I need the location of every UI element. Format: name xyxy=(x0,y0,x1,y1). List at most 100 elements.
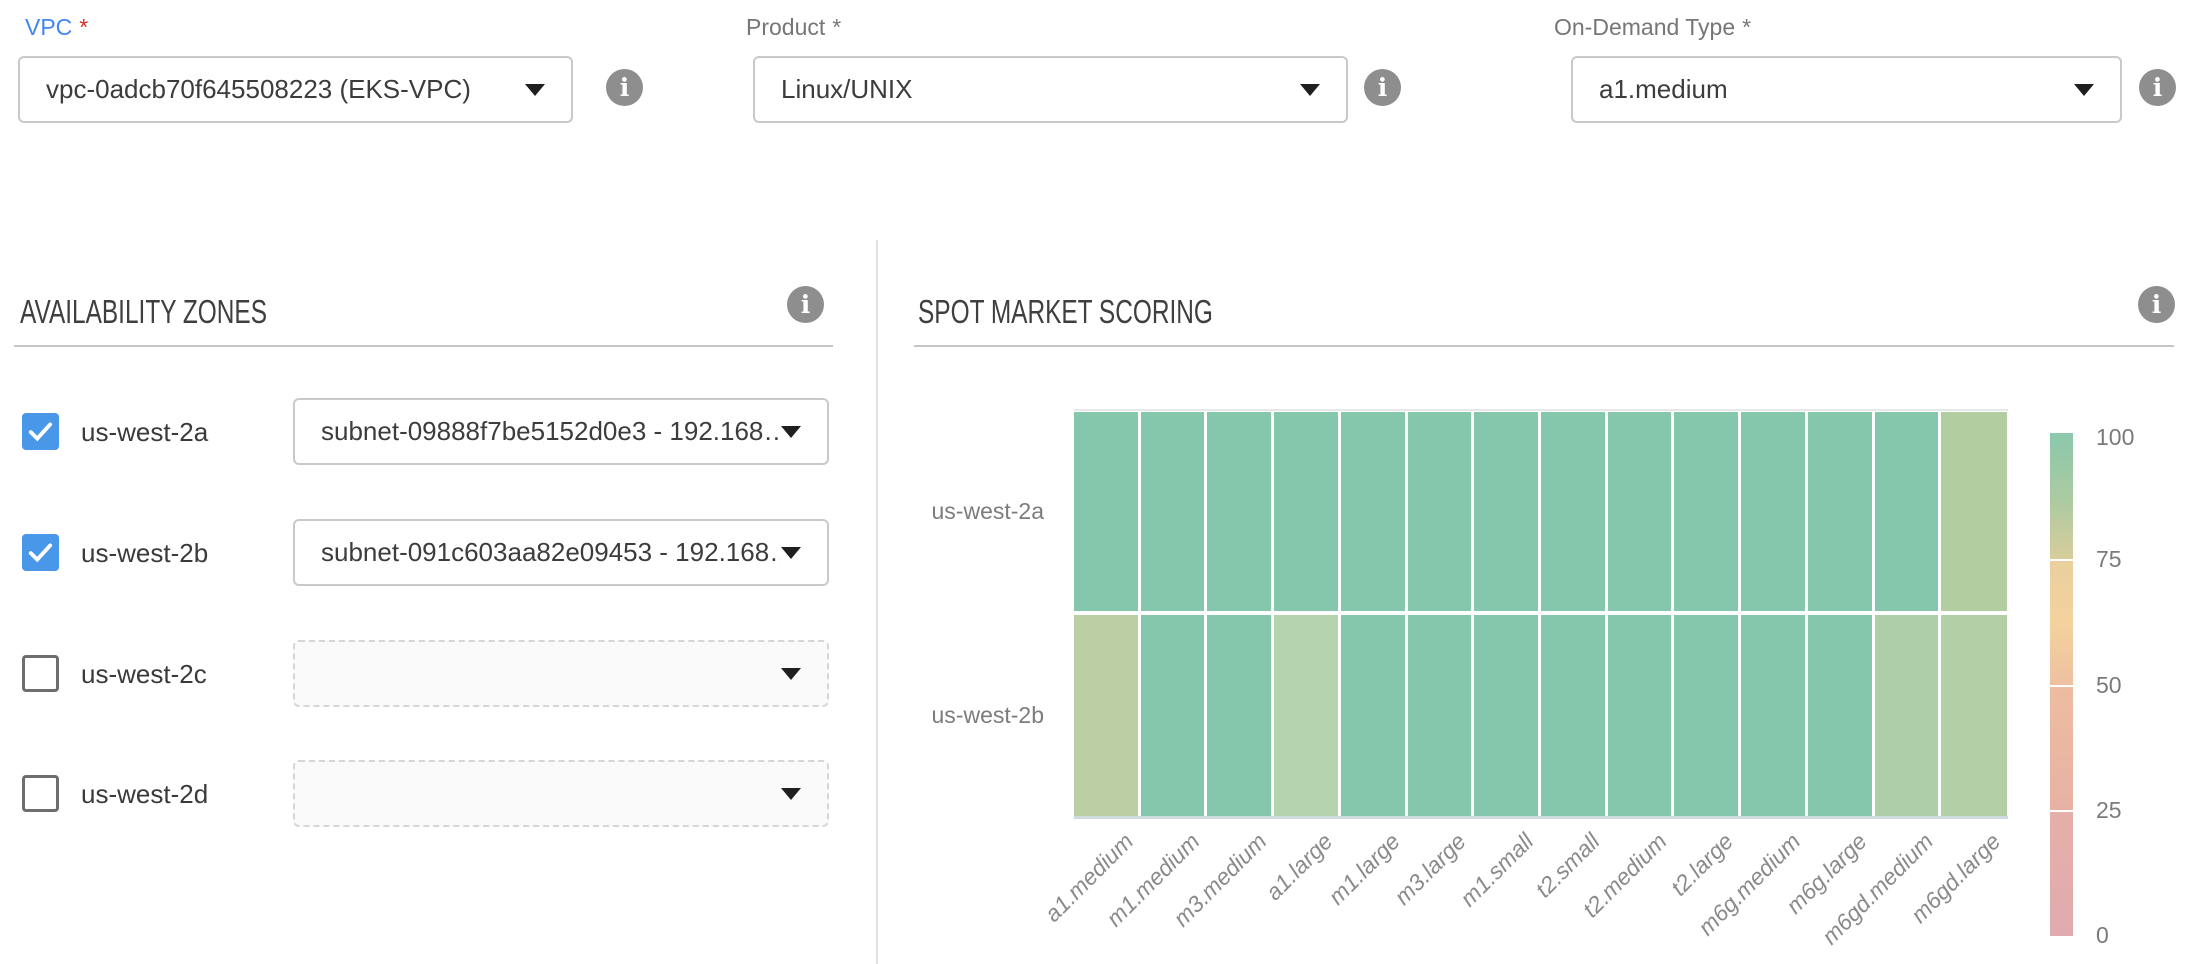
product-info-icon[interactable]: i xyxy=(1364,69,1401,106)
vpc-required-asterisk: * xyxy=(79,14,88,40)
heatmap-cell[interactable] xyxy=(1541,412,1605,611)
heatmap-colorbar-tick: 50 xyxy=(2096,672,2122,699)
heatmap-y-label: us-west-2a xyxy=(860,498,1044,525)
az-row-us-west-2b: us-west-2b subnet-091c603aa82e09453 - 19… xyxy=(0,519,833,586)
heatmap-x-label: m3.large xyxy=(1390,828,1472,910)
heatmap-x-label: m6g.large xyxy=(1781,828,1872,919)
heatmap-cell[interactable] xyxy=(1741,412,1805,611)
zone-checkbox[interactable] xyxy=(22,775,59,812)
heatmap-x-label: a1.large xyxy=(1261,828,1339,906)
product-label-text: Product xyxy=(746,14,825,40)
check-icon xyxy=(25,537,56,568)
spot-market-scoring-title: SPOT MARKET SCORING xyxy=(918,295,1213,328)
heatmap-y-label: us-west-2b xyxy=(860,702,1044,729)
on-demand-type-label: On-Demand Type* xyxy=(1554,14,1751,41)
heatmap-cell[interactable] xyxy=(1808,615,1872,816)
heatmap-cell[interactable] xyxy=(1341,615,1405,816)
heatmap-x-label: m6gd.medium xyxy=(1817,828,1939,950)
zone-checkbox[interactable] xyxy=(22,413,59,450)
check-icon xyxy=(25,416,56,447)
heatmap-cell[interactable] xyxy=(1674,412,1738,611)
heatmap-x-label: t2.medium xyxy=(1577,828,1672,923)
panel-divider xyxy=(876,240,878,964)
chevron-down-icon xyxy=(781,426,801,438)
zone-checkbox[interactable] xyxy=(22,534,59,571)
availability-zones-title: AVAILABILITY ZONES xyxy=(20,295,267,328)
az-row-us-west-2c: us-west-2c xyxy=(0,640,833,707)
heatmap-cell[interactable] xyxy=(1541,615,1605,816)
heatmap-colorbar-segment xyxy=(2050,687,2073,810)
chevron-down-icon xyxy=(781,547,801,559)
heatmap-x-axis-line xyxy=(1074,816,2008,819)
heatmap-cell[interactable] xyxy=(1408,615,1472,816)
vpc-label: VPC * xyxy=(25,14,88,41)
heatmap-cell[interactable] xyxy=(1074,412,1138,611)
heatmap-cell[interactable] xyxy=(1474,412,1538,611)
heatmap-cell[interactable] xyxy=(1875,412,1939,611)
product-select-value: Linux/UNIX xyxy=(781,74,913,105)
product-label: Product* xyxy=(746,14,841,41)
heatmap-colorbar-tick: 75 xyxy=(2096,546,2122,573)
vpc-info-icon[interactable]: i xyxy=(606,69,643,106)
vpc-select[interactable]: vpc-0adcb70f645508223 (EKS-VPC) xyxy=(18,56,573,123)
zone-checkbox[interactable] xyxy=(22,655,59,692)
vpc-select-value: vpc-0adcb70f645508223 (EKS-VPC) xyxy=(46,74,471,105)
heatmap-x-label: m6gd.large xyxy=(1905,828,2005,928)
zone-label: us-west-2a xyxy=(81,417,208,448)
heatmap-x-label: m6g.medium xyxy=(1692,828,1805,941)
heatmap-colorbar-tick: 0 xyxy=(2096,922,2109,949)
heatmap-top-border xyxy=(1074,409,2008,411)
subnet-select-value: subnet-091c603aa82e09453 - 192.168… xyxy=(321,537,781,568)
chevron-down-icon xyxy=(781,788,801,800)
chevron-down-icon xyxy=(1300,84,1320,96)
heatmap-x-label: t2.large xyxy=(1666,828,1739,901)
heatmap-cell[interactable] xyxy=(1741,615,1805,816)
on-demand-type-required-asterisk: * xyxy=(1742,14,1751,40)
heatmap-colorbar-tick: 100 xyxy=(2096,424,2134,451)
product-select[interactable]: Linux/UNIX xyxy=(753,56,1348,123)
subnet-select[interactable] xyxy=(293,640,829,707)
heatmap-cell[interactable] xyxy=(1941,412,2007,611)
az-row-us-west-2d: us-west-2d xyxy=(0,760,833,827)
heatmap-colorbar-tick: 25 xyxy=(2096,797,2122,824)
heatmap-cell[interactable] xyxy=(1207,412,1271,611)
heatmap-cell[interactable] xyxy=(1141,615,1205,816)
availability-zones-divider xyxy=(14,345,833,347)
heatmap-cell[interactable] xyxy=(1674,615,1738,816)
heatmap-cell[interactable] xyxy=(1141,412,1205,611)
subnet-select[interactable]: subnet-091c603aa82e09453 - 192.168… xyxy=(293,519,829,586)
zone-label: us-west-2b xyxy=(81,538,208,569)
heatmap-cell[interactable] xyxy=(1875,615,1939,816)
availability-zones-info-icon[interactable]: i xyxy=(787,286,824,323)
vpc-label-text: VPC xyxy=(25,14,72,40)
heatmap-cell[interactable] xyxy=(1408,412,1472,611)
heatmap-colorbar-segment xyxy=(2050,812,2073,936)
chevron-down-icon xyxy=(781,668,801,680)
subnet-select[interactable] xyxy=(293,760,829,827)
chevron-down-icon xyxy=(525,84,545,96)
az-row-us-west-2a: us-west-2a subnet-09888f7be5152d0e3 - 19… xyxy=(0,398,833,465)
heatmap-cell[interactable] xyxy=(1608,412,1672,611)
on-demand-type-select[interactable]: a1.medium xyxy=(1571,56,2122,123)
heatmap-cell[interactable] xyxy=(1941,615,2007,816)
heatmap-cell[interactable] xyxy=(1274,615,1338,816)
spot-market-scoring-info-icon[interactable]: i xyxy=(2138,286,2175,323)
heatmap-cell[interactable] xyxy=(1074,615,1138,816)
heatmap-x-label: a1.medium xyxy=(1039,828,1139,928)
chevron-down-icon xyxy=(2074,84,2094,96)
subnet-select[interactable]: subnet-09888f7be5152d0e3 - 192.168… xyxy=(293,398,829,465)
heatmap-cell[interactable] xyxy=(1808,412,1872,611)
heatmap-cell[interactable] xyxy=(1274,412,1338,611)
heatmap-cell[interactable] xyxy=(1474,615,1538,816)
subnet-select-value: subnet-09888f7be5152d0e3 - 192.168… xyxy=(321,416,781,447)
heatmap-x-label: m1.small xyxy=(1455,828,1539,912)
heatmap-x-label: m1.large xyxy=(1323,828,1405,910)
heatmap-cell[interactable] xyxy=(1608,615,1672,816)
heatmap-x-label: m1.medium xyxy=(1101,828,1205,932)
heatmap-colorbar-segment xyxy=(2050,561,2073,685)
heatmap-x-label: t2.small xyxy=(1530,828,1605,903)
heatmap-cell[interactable] xyxy=(1341,412,1405,611)
heatmap-cell[interactable] xyxy=(1207,615,1271,816)
zone-label: us-west-2c xyxy=(81,659,207,690)
on-demand-type-info-icon[interactable]: i xyxy=(2139,69,2176,106)
